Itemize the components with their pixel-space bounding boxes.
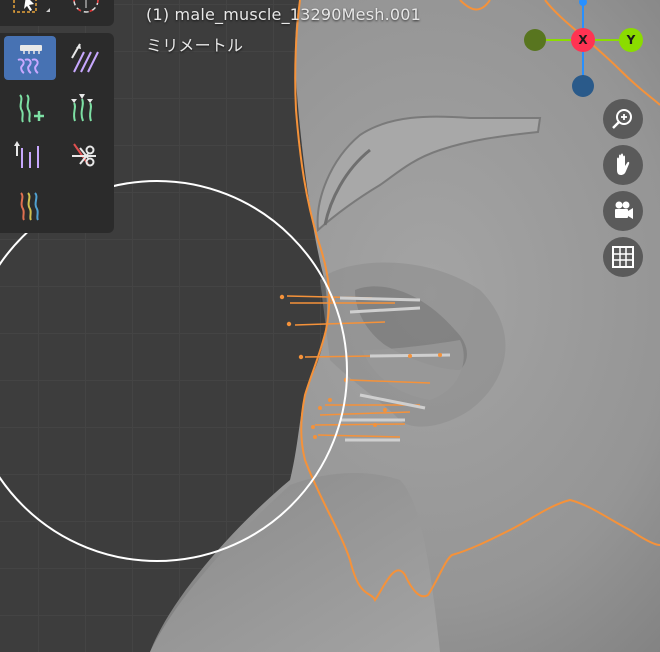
pan-hand-icon [617, 153, 630, 175]
3d-viewport[interactable]: (1) male_muscle_13290Mesh.001 ミリメートル X Y [0, 0, 660, 652]
cut-tool[interactable] [58, 134, 110, 178]
smooth-icon [71, 43, 99, 73]
object-name-label: (1) male_muscle_13290Mesh.001 [146, 5, 422, 24]
grid-icon [612, 246, 634, 268]
select-box-tool[interactable] [4, 0, 54, 22]
units-label: ミリメートル [146, 36, 244, 55]
gizmo-x-label: X [578, 33, 588, 47]
scissors-icon [72, 143, 96, 167]
pan-button[interactable] [603, 145, 643, 185]
camera-icon [615, 201, 633, 219]
tool-shelf-top [0, 0, 114, 26]
weight-tool[interactable] [4, 183, 56, 227]
cursor-tool[interactable] [60, 0, 110, 22]
tool-shelf [0, 33, 114, 233]
add-tool[interactable] [4, 85, 56, 129]
weight-icon [20, 192, 39, 221]
perspective-toggle-button[interactable] [603, 237, 643, 277]
length-tool[interactable] [4, 134, 56, 178]
camera-view-button[interactable] [603, 191, 643, 231]
select-box-icon [13, 0, 50, 13]
neck-mesh [150, 473, 440, 652]
gizmo-neg-z [572, 75, 594, 97]
gizmo-neg-y [524, 29, 546, 51]
gizmo-x-axis[interactable]: X [571, 28, 595, 52]
gizmo-y-axis[interactable]: Y [619, 28, 643, 52]
gizmo-y-label: Y [626, 33, 636, 47]
smooth-tool[interactable] [58, 36, 110, 80]
zoom-button[interactable] [603, 99, 643, 139]
comb-icon [17, 45, 42, 74]
cursor-icon [73, 0, 99, 13]
puff-tool[interactable] [58, 85, 110, 129]
length-icon [14, 141, 39, 168]
zoom-icon [612, 109, 632, 129]
comb-tool[interactable] [4, 36, 56, 80]
puff-icon [71, 94, 93, 122]
add-hair-icon [19, 94, 44, 123]
